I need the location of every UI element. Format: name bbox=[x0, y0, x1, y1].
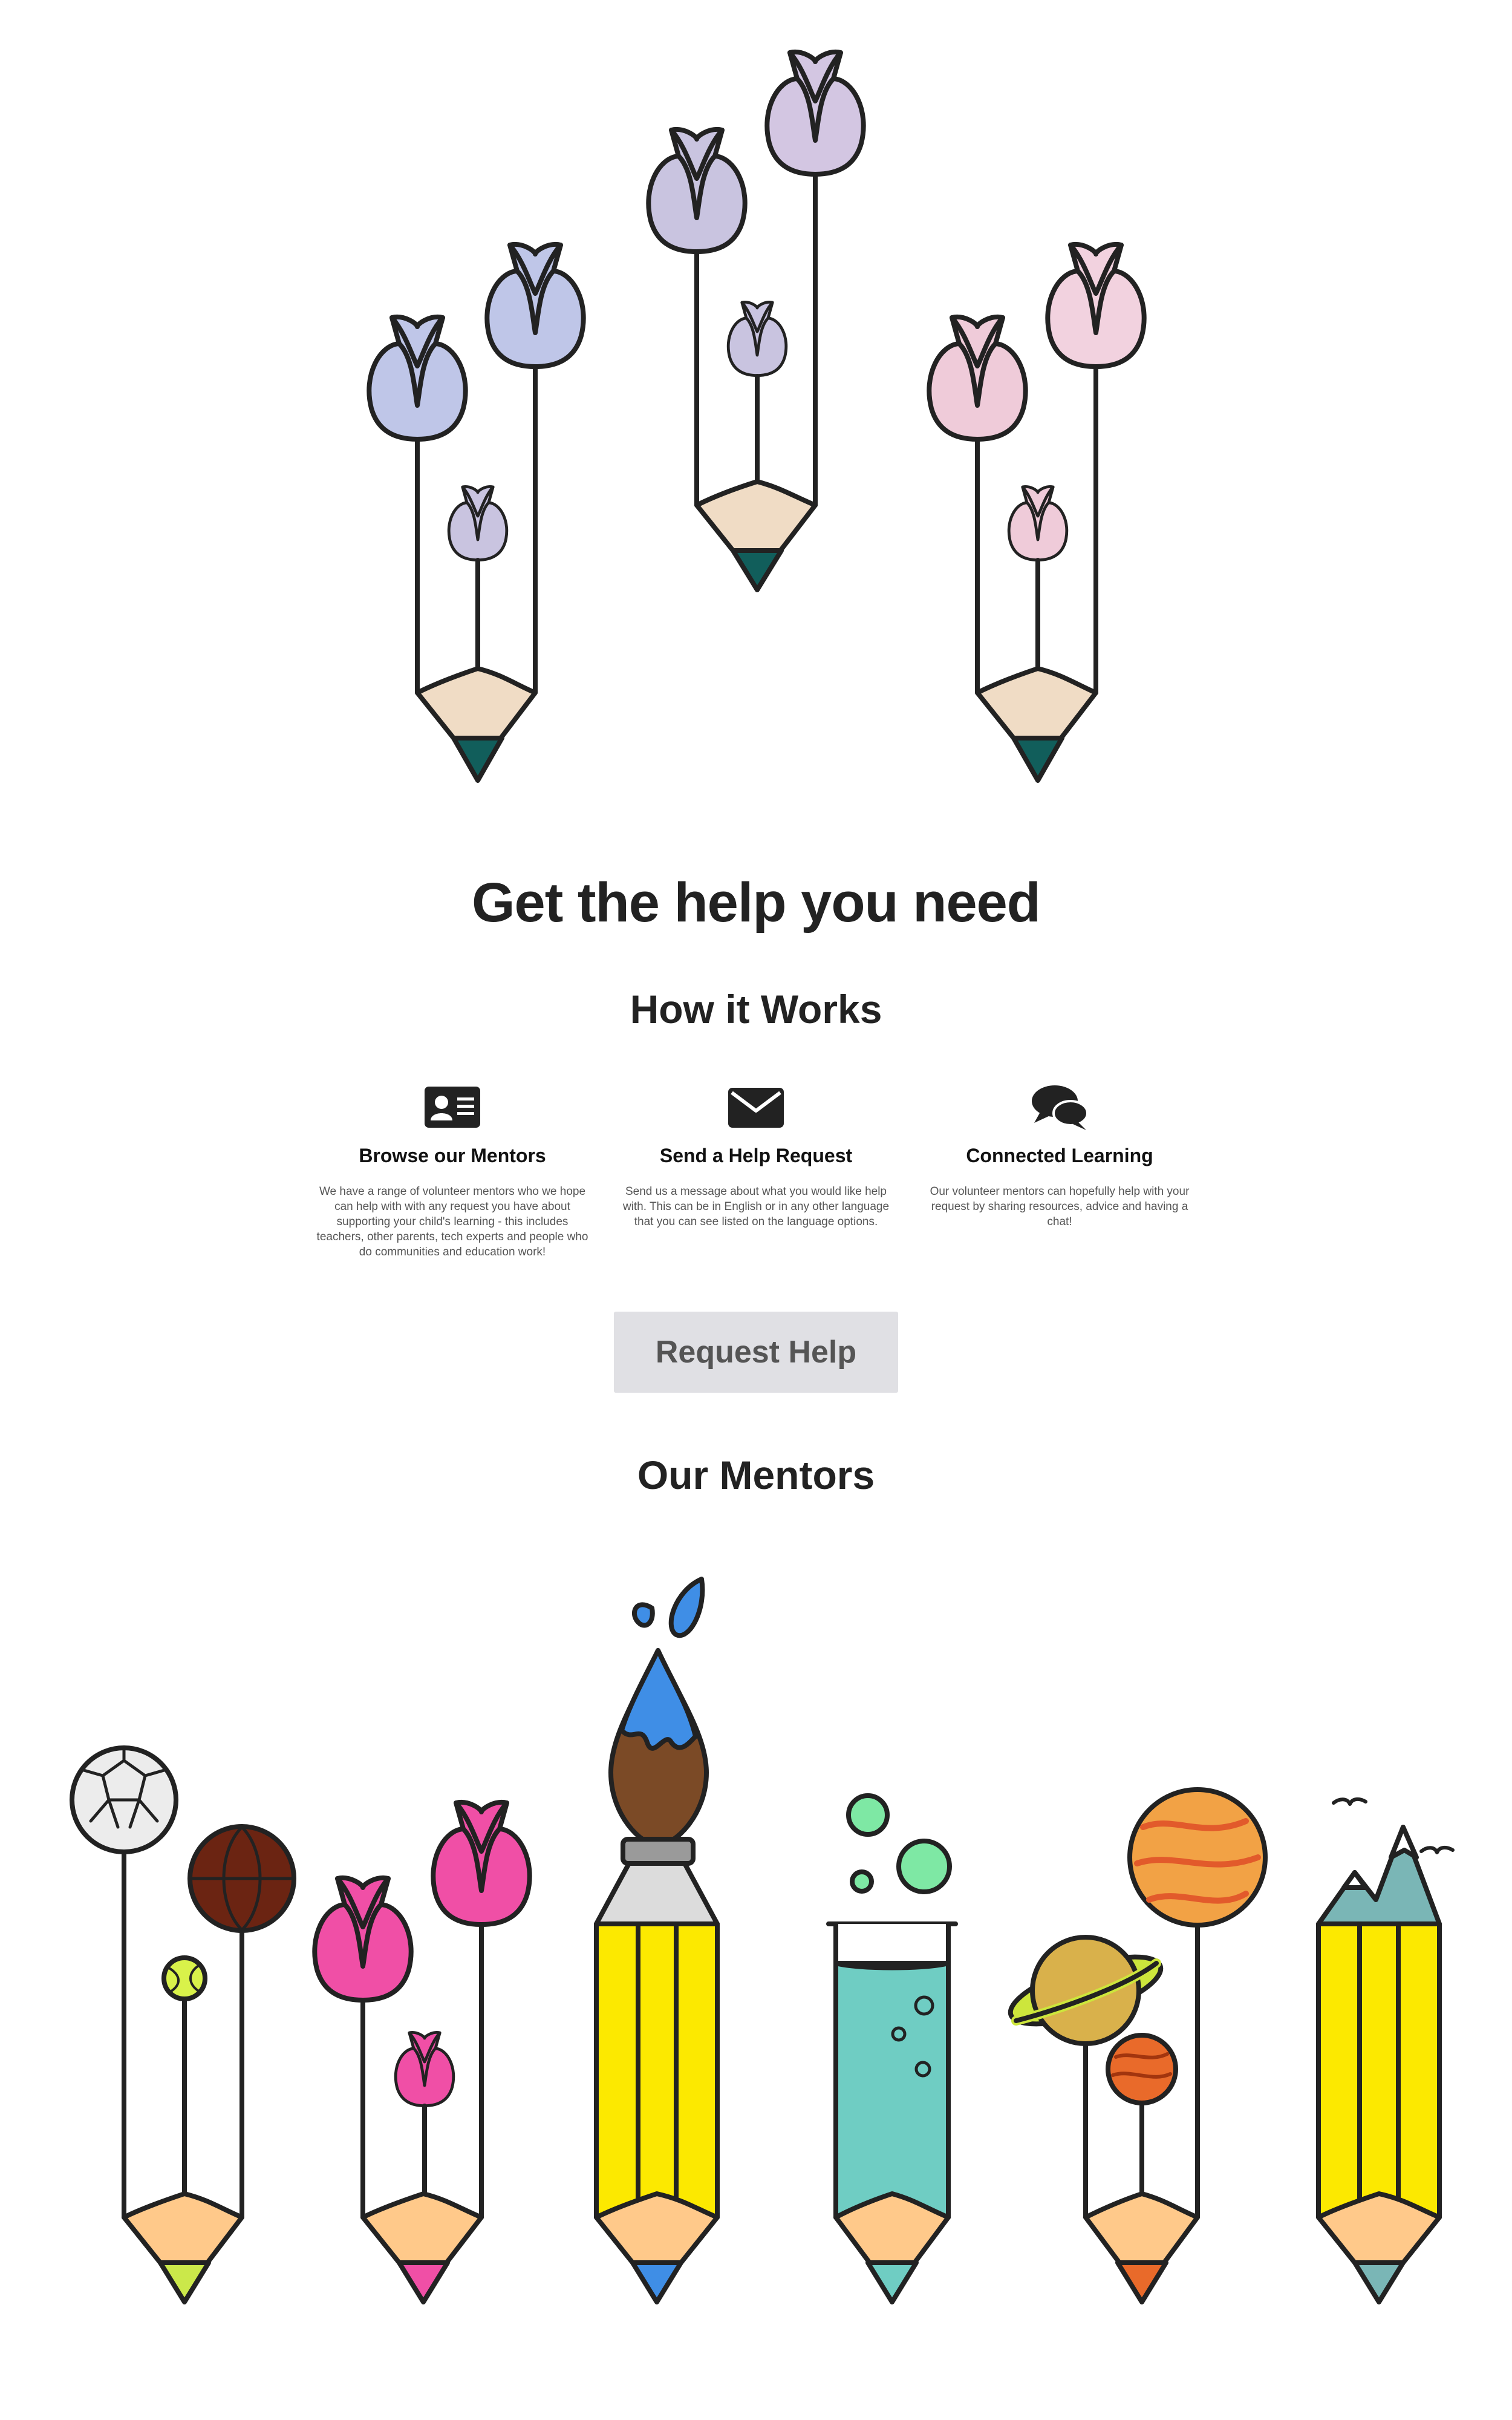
our-mentors-title: Our Mentors bbox=[637, 1453, 875, 1497]
pencil-flower-middle bbox=[648, 52, 863, 592]
feature-title: Browse our Mentors bbox=[359, 1145, 546, 1166]
feature-description: Send us a message about what you would l… bbox=[622, 1185, 890, 1228]
mentors-illustration bbox=[70, 1577, 1455, 2304]
page: Get the help you need How it Works Brows… bbox=[0, 0, 1512, 2420]
hero-illustration bbox=[0, 0, 1512, 783]
id-card-icon bbox=[425, 1087, 480, 1128]
chat-bubbles-icon bbox=[1032, 1085, 1089, 1130]
how-it-works-title: How it Works bbox=[630, 987, 882, 1032]
page-title: Get the help you need bbox=[471, 872, 1041, 934]
envelope-icon bbox=[728, 1088, 784, 1128]
pencil-mountains bbox=[1316, 1797, 1455, 2304]
pencil-paintbrush bbox=[594, 1577, 720, 2304]
feature-title: Connected Learning bbox=[966, 1145, 1153, 1166]
pencil-planets bbox=[1008, 1787, 1268, 2304]
feature-description: Our volunteer mentors can hopefully help… bbox=[930, 1185, 1190, 1228]
pencil-flower-left bbox=[369, 244, 583, 783]
pencil-sports bbox=[70, 1745, 296, 2304]
pencil-flower-right bbox=[929, 244, 1144, 783]
feature-connected-learning: Connected Learning Our volunteer mentors… bbox=[921, 1083, 1199, 1229]
feature-description: We have a range of volunteer mentors who… bbox=[316, 1185, 588, 1258]
feature-title: Send a Help Request bbox=[659, 1145, 853, 1166]
pencil-tulips bbox=[314, 1802, 529, 2304]
pencil-science bbox=[826, 1793, 958, 2304]
feature-browse-mentors: Browse our Mentors We have a range of vo… bbox=[313, 1083, 591, 1260]
request-help-button[interactable]: Request Help bbox=[614, 1312, 898, 1393]
feature-send-request: Send a Help Request Send us a message ab… bbox=[617, 1083, 895, 1229]
